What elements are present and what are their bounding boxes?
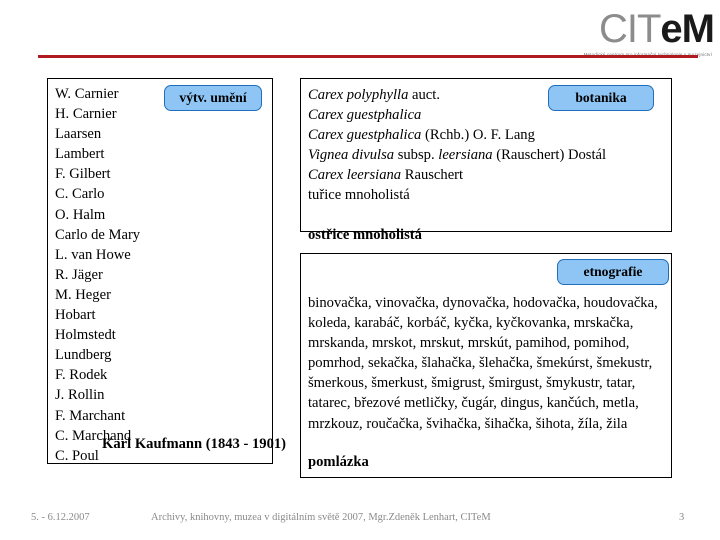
list-item: Carlo de Mary: [55, 226, 141, 243]
botany-preferred-term: ostřice mnoholistá: [308, 226, 422, 243]
list-item: Laarsen: [55, 126, 102, 143]
scientific-name: Vignea divulsa: [308, 147, 395, 164]
list-item: J. Rollin: [55, 387, 105, 404]
botany-spacer: [308, 206, 671, 225]
scientific-name: Carex guestphalica: [308, 127, 422, 144]
list-item: M. Heger: [55, 286, 111, 303]
list-item: Holmstedt: [55, 327, 116, 344]
list-item: F. Rodek: [55, 367, 108, 384]
artist-name-list: W. Carnier H. Carnier Laarsen Lambert F. Gil…: [55, 84, 272, 466]
authority-text: Rauschert: [401, 167, 464, 184]
footer-page-number: 3: [679, 512, 685, 523]
badge-etnografie[interactable]: etnografie: [557, 259, 669, 285]
slide-canvas: CITeM Metodické centrum pro informační t…: [0, 0, 720, 540]
logo-wordmark: CITeM: [542, 7, 715, 51]
ethnography-synonym-list: binovačka, vinovačka, dynovačka, hodovač…: [308, 295, 658, 432]
list-item: Lambert: [55, 146, 105, 163]
list-item: R. Jäger: [55, 266, 103, 283]
scientific-name: Carex leersiana: [308, 167, 402, 184]
artists-panel: W. Carnier H. Carnier Laarsen Lambert F. Gil…: [47, 78, 286, 466]
authority-text-cont: (Rauschert) Dostál: [492, 147, 607, 164]
badge-botanika[interactable]: botanika: [548, 85, 654, 111]
authority-text: subsp.: [394, 147, 439, 164]
logo-wordmark-light: CIT: [598, 7, 661, 51]
authority-text: auct.: [408, 87, 440, 103]
list-item: F. Marchant: [55, 407, 126, 424]
ethnography-preferred-term: pomlázka: [308, 453, 369, 470]
list-item: Hobart: [55, 307, 96, 324]
list-item: F. Gilbert: [55, 166, 111, 183]
list-item: tuřice mnoholistá: [308, 185, 671, 205]
artist-canonical-name: Karl Kaufmann (1843 - 1901): [102, 436, 287, 452]
footer-conference-title: Archivy, knihovny, muzea v digitálním sv…: [151, 512, 491, 523]
logo-wordmark-dark: eM: [660, 7, 715, 51]
header-red-rule: [38, 55, 698, 58]
list-item: L. van Howe: [55, 246, 131, 263]
footer-date: 5. - 6.12.2007: [31, 512, 90, 523]
authority-text: (Rchb.) O. F. Lang: [421, 127, 535, 144]
list-item: O. Halm: [55, 206, 106, 223]
badge-vytvarne-umeni[interactable]: výtv. umění: [164, 85, 262, 111]
authority-text: tuřice mnoholistá: [308, 187, 410, 204]
ethnography-panel-body: binovačka, vinovačka, dynovačka, hodovač…: [301, 254, 671, 471]
list-item: Lundberg: [55, 347, 112, 364]
list-item: Carex guestphalica (Rchb.) O. F. Lang: [308, 125, 671, 145]
scientific-name: Carex polyphylla: [308, 87, 409, 103]
scientific-epithet: leersiana: [438, 147, 493, 164]
slide-footer: 5. - 6.12.2007 Archivy, knihovny, muzea …: [0, 512, 720, 530]
list-item: Carex leersiana Rauschert: [308, 165, 671, 185]
artists-panel-body: W. Carnier H. Carnier Laarsen Lambert F. Gil…: [48, 79, 272, 466]
list-item: C. Carlo: [55, 186, 105, 203]
citem-logo: CITeM Metodické centrum pro informační t…: [542, 7, 715, 58]
list-item: Vignea divulsa subsp. leersiana (Rausche…: [308, 145, 671, 165]
scientific-name: Carex guestphalica: [308, 107, 422, 124]
ethnography-panel: binovačka, vinovačka, dynovačka, hodovač…: [300, 253, 672, 478]
